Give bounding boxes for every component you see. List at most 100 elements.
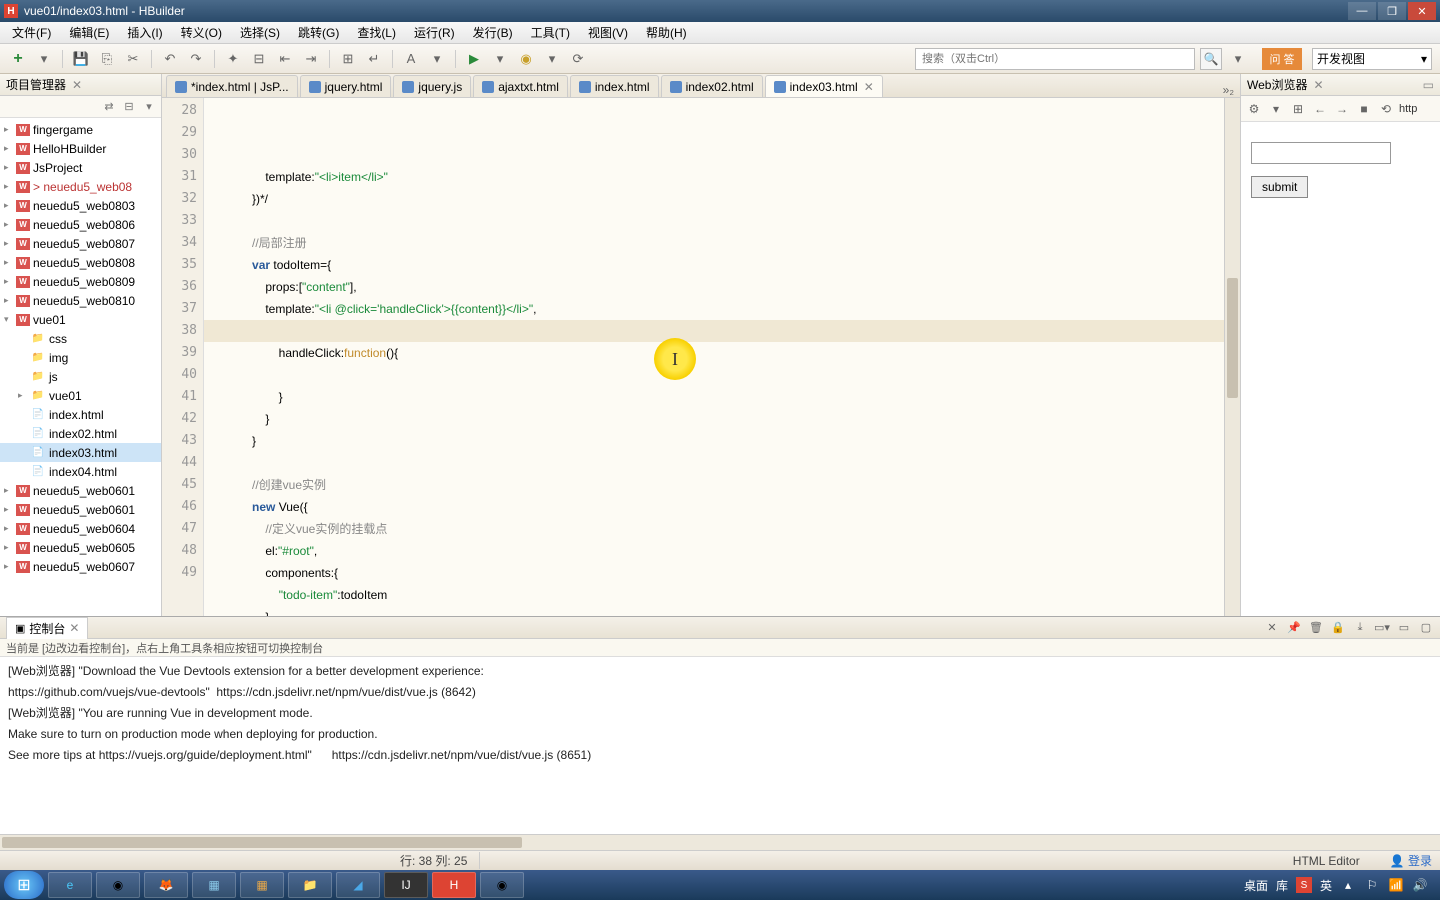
menu-help[interactable]: 帮助(H) [638,22,695,43]
bookmark-icon[interactable]: ✦ [223,49,243,69]
refresh-icon[interactable]: ⟳ [568,49,588,69]
menu-insert[interactable]: 插入(I) [119,22,170,43]
console-pin-icon[interactable]: 📌 [1286,620,1302,636]
tree-node[interactable]: 📄index04.html [0,462,161,481]
tree-node[interactable]: ▸Wneuedu5_web0809 [0,272,161,291]
tree-node[interactable]: ▸📁vue01 [0,386,161,405]
gear-dropdown-icon[interactable]: ▾ [1267,100,1285,118]
tray-flag-icon[interactable]: ⚐ [1364,877,1380,893]
code-editor[interactable]: 28 29 30 31 32 33 34 35 36 37 38 39 40 4… [162,98,1240,616]
menu-file[interactable]: 文件(F) [4,22,59,43]
taskbar-app3[interactable]: ◢ [336,872,380,898]
browser-icon[interactable]: ◉ [516,49,536,69]
new-button[interactable]: + [8,49,28,69]
tree-node[interactable]: 📁js [0,367,161,386]
tree-node[interactable]: ▸Wneuedu5_web0803 [0,196,161,215]
taskbar-hbuilder[interactable]: H [432,872,476,898]
tree-node[interactable]: 📄index03.html [0,443,161,462]
editor-tab[interactable]: *index.html | JsP... [166,75,298,97]
tree-node[interactable]: ▸WJsProject [0,158,161,177]
tree-node[interactable]: ▸Wneuedu5_web0806 [0,215,161,234]
tray-desktop[interactable]: 桌面 [1244,877,1268,894]
taskbar-app1[interactable]: ▦ [192,872,236,898]
fontsize-icon[interactable]: ▾ [427,49,447,69]
tree-node[interactable]: ▸Wneuedu5_web0601 [0,500,161,519]
search-button[interactable]: 🔍 [1200,48,1222,70]
undo-icon[interactable]: ↶ [160,49,180,69]
search-input[interactable] [915,48,1195,70]
taskbar-chrome2[interactable]: ◉ [480,872,524,898]
tree-node[interactable]: ▸Wneuedu5_web0605 [0,538,161,557]
console-lock-icon[interactable]: 🔒 [1330,620,1346,636]
tree-node[interactable]: ▸Wneuedu5_web0808 [0,253,161,272]
newwin-icon[interactable]: ⊞ [1289,100,1307,118]
menu-find[interactable]: 查找(L) [349,22,404,43]
console-hscrollbar[interactable] [0,834,1440,850]
new-dropdown[interactable]: ▾ [34,49,54,69]
indent-icon[interactable]: ⇥ [301,49,321,69]
menu-tools[interactable]: 工具(T) [523,22,578,43]
cut-icon[interactable]: ✂ [123,49,143,69]
project-panel-close-icon[interactable]: ✕ [72,78,82,92]
console-clear-icon[interactable]: 🗑 [1308,620,1324,636]
taskbar-app2[interactable]: ▦ [240,872,284,898]
tray-library[interactable]: 库 [1276,877,1288,894]
devview-select[interactable]: 开发视图▾ [1312,48,1432,70]
taskbar-ie[interactable]: e [48,872,92,898]
tray-vol-icon[interactable]: 🔊 [1412,877,1428,893]
tree-node[interactable]: 📄index02.html [0,424,161,443]
tree-node[interactable]: ▾Wvue01 [0,310,161,329]
tree-node[interactable]: ▸Wfingergame [0,120,161,139]
taskbar-explorer[interactable]: 📁 [288,872,332,898]
console-close-icon[interactable]: ✕ [1264,620,1280,636]
forward-icon[interactable]: → [1333,100,1351,118]
url-field[interactable]: http [1399,103,1436,115]
project-tree[interactable]: ▸Wfingergame▸WHelloHBuilder▸WJsProject▸W… [0,118,161,616]
tree-node[interactable]: ▸Wneuedu5_web0807 [0,234,161,253]
reload-icon[interactable]: ⟲ [1377,100,1395,118]
editor-tab[interactable]: jquery.js [393,75,471,97]
start-button[interactable]: ⊞ [4,871,44,899]
console-switch-icon[interactable]: ▭▾ [1374,620,1390,636]
code-content[interactable]: template:"<li>item</li>" })*/ //局部注册 var… [204,98,1224,616]
tree-node[interactable]: 📄index.html [0,405,161,424]
console-tab[interactable]: ▣ 控制台 ✕ [6,617,88,639]
wrap-icon[interactable]: ↵ [364,49,384,69]
menu-goto[interactable]: 跳转(G) [290,22,347,43]
comment-icon[interactable]: ⊟ [249,49,269,69]
tree-node[interactable]: 📁img [0,348,161,367]
editor-tab[interactable]: index03.html✕ [765,75,883,97]
tabs-overflow[interactable]: »₂ [1217,83,1240,97]
browser-dropdown[interactable]: ▾ [542,49,562,69]
tray-ime-icon[interactable]: S [1296,877,1312,893]
tray-lang[interactable]: 英 [1320,877,1332,894]
gear-icon[interactable]: ⚙ [1245,100,1263,118]
menu-select[interactable]: 选择(S) [232,22,288,43]
outdent-icon[interactable]: ⇤ [275,49,295,69]
maximize-button[interactable]: ❐ [1378,2,1406,20]
taskbar-firefox[interactable]: 🦊 [144,872,188,898]
editor-tab[interactable]: index02.html [661,75,763,97]
editor-tab[interactable]: index.html [570,75,659,97]
tree-node[interactable]: ▸Wneuedu5_web0601 [0,481,161,500]
tray-up-icon[interactable]: ▴ [1340,877,1356,893]
console-output[interactable]: [Web浏览器] "Download the Vue Devtools exte… [0,657,1440,834]
stop-icon[interactable]: ■ [1355,100,1373,118]
console-scroll-icon[interactable]: ⤓ [1352,620,1368,636]
submit-button[interactable]: submit [1251,176,1308,198]
menu-edit[interactable]: 编辑(E) [61,22,117,43]
editor-tab[interactable]: jquery.html [300,75,392,97]
tray-net-icon[interactable]: 📶 [1388,877,1404,893]
menu-view[interactable]: 视图(V) [580,22,636,43]
menu-icon[interactable]: ▾ [141,99,157,115]
close-button[interactable]: ✕ [1408,2,1436,20]
minimize-button[interactable]: — [1348,2,1376,20]
tree-node[interactable]: ▸WHelloHBuilder [0,139,161,158]
preview-input[interactable] [1251,142,1391,164]
run-icon[interactable]: ▶ [464,49,484,69]
vertical-scrollbar[interactable] [1224,98,1240,616]
ask-button[interactable]: 问 答 [1262,48,1302,70]
menu-run[interactable]: 运行(R) [406,22,463,43]
tree-node[interactable]: ▸W> neuedu5_web08 [0,177,161,196]
collapse-icon[interactable]: ⊟ [121,99,137,115]
